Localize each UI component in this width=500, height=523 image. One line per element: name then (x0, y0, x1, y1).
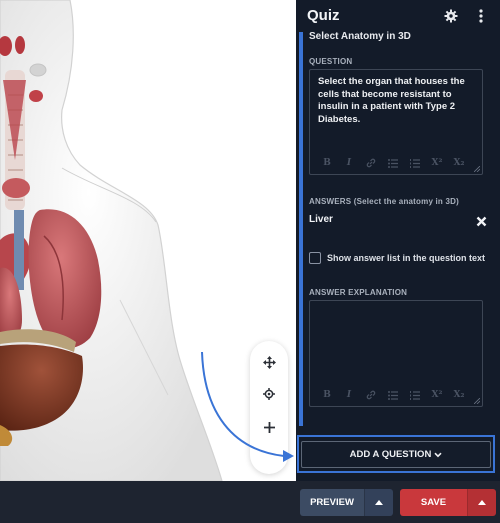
preview-split-button: PREVIEW (300, 489, 393, 516)
link-icon[interactable] (360, 388, 382, 402)
add-question-button[interactable]: ADD A QUESTION (301, 441, 491, 468)
preview-button[interactable]: PREVIEW (300, 489, 364, 516)
target-icon[interactable] (257, 382, 281, 406)
preview-options-button[interactable] (364, 489, 393, 516)
bold-button[interactable]: B (316, 388, 338, 402)
numbered-list-icon[interactable] (404, 388, 426, 402)
panel-title: Quiz (307, 7, 340, 24)
link-icon[interactable] (360, 156, 382, 170)
italic-label: I (346, 158, 352, 168)
answer-text: Liver (309, 214, 333, 225)
resize-grip-icon[interactable] (474, 398, 480, 404)
question-card-heading: Select Anatomy in 3D (309, 31, 411, 42)
italic-button[interactable]: I (338, 388, 360, 402)
explanation-editor-toolbar: B I X² X₂ (316, 388, 470, 402)
panel-header: Quiz (296, 0, 500, 32)
question-accent-bar (299, 32, 303, 426)
numbered-list-icon[interactable] (404, 156, 426, 170)
subscript-button[interactable]: X₂ (448, 388, 470, 402)
resize-grip-icon[interactable] (474, 166, 480, 172)
plus-icon[interactable] (257, 415, 281, 439)
chevron-down-icon (434, 452, 442, 457)
italic-label: I (346, 390, 352, 400)
more-vertical-icon[interactable] (474, 8, 488, 24)
anatomy-3d-viewport[interactable] (0, 0, 296, 481)
gear-icon[interactable] (444, 9, 458, 23)
question-editor[interactable]: Select the organ that houses the cells t… (309, 69, 483, 175)
caret-up-icon (478, 500, 486, 505)
viewport-toolbar (250, 341, 288, 474)
show-answer-list-label[interactable]: Show answer list in the question text (327, 253, 485, 263)
answer-explanation-label: ANSWER EXPLANATION (309, 288, 408, 297)
move-arrows-icon[interactable] (257, 350, 281, 374)
subscript-button[interactable]: X₂ (448, 156, 470, 170)
footer-bar: PREVIEW SAVE (0, 481, 500, 523)
quiz-panel: Quiz Select Anatomy in 3D QUESTION Selec… (296, 0, 500, 481)
bullet-list-icon[interactable] (382, 388, 404, 402)
save-button[interactable]: SAVE (400, 489, 467, 516)
add-question-label: ADD A QUESTION (349, 449, 432, 460)
italic-button[interactable]: I (338, 156, 360, 170)
answers-label: ANSWERS (Select the anatomy in 3D) (309, 197, 459, 206)
show-answer-list-checkbox[interactable] (309, 252, 321, 264)
caret-up-icon (375, 500, 383, 505)
question-editor-toolbar: B I X² X₂ (316, 156, 470, 170)
question-text[interactable]: Select the organ that houses the cells t… (318, 76, 478, 126)
question-label: QUESTION (309, 57, 353, 66)
answer-item: Liver (309, 213, 487, 229)
answer-explanation-editor[interactable]: B I X² X₂ (309, 300, 483, 407)
save-split-button: SAVE (400, 489, 496, 516)
close-icon[interactable] (476, 214, 487, 227)
superscript-button[interactable]: X² (426, 388, 448, 402)
bullet-list-icon[interactable] (382, 156, 404, 170)
bold-button[interactable]: B (316, 156, 338, 170)
save-options-button[interactable] (467, 489, 496, 516)
superscript-button[interactable]: X² (426, 156, 448, 170)
